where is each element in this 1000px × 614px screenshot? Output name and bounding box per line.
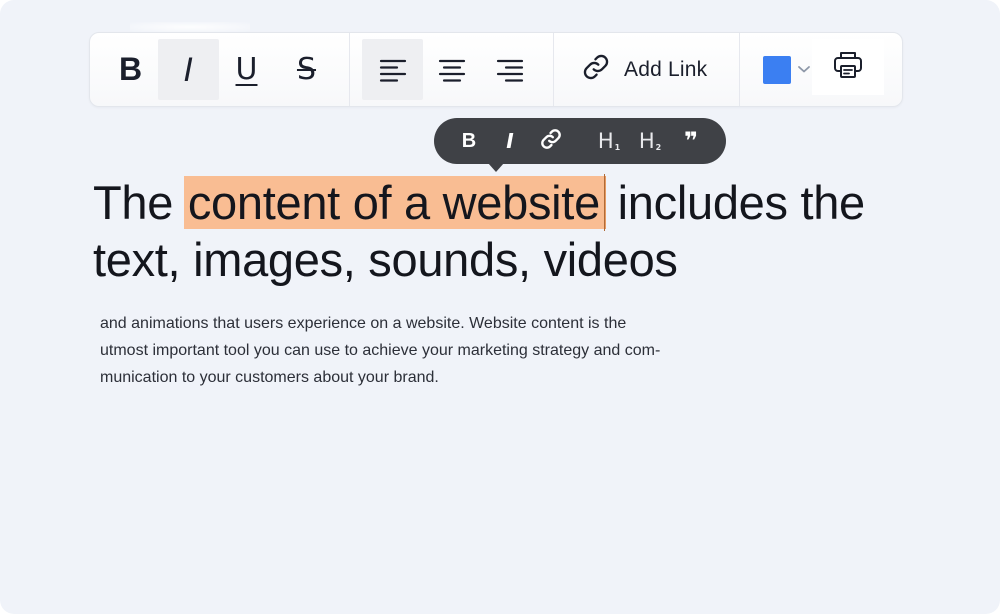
bold-label: B (118, 51, 143, 87)
bubble-link-button[interactable] (538, 127, 564, 155)
chevron-down-icon (797, 61, 811, 79)
italic-button[interactable]: I (158, 39, 219, 100)
toolbar-divider (349, 33, 350, 106)
toolbar-divider (553, 33, 554, 106)
formatting-toolbar: B I U S Add Link (89, 32, 903, 107)
bubble-bold-button[interactable]: B (456, 127, 482, 155)
heading1-letter: H (597, 129, 614, 153)
italic-label: I (183, 50, 194, 89)
heading2-level: 2 (655, 143, 662, 152)
paragraph-line: and animations that users experience on … (100, 315, 627, 332)
heading2-letter: H (638, 129, 655, 153)
toolbar-divider (739, 33, 740, 106)
heading-text-before: The (93, 176, 186, 229)
link-icon (540, 128, 562, 155)
printer-icon (832, 49, 864, 86)
bubble-heading1-button[interactable]: H1 (594, 127, 624, 155)
align-left-icon (379, 58, 407, 82)
heading1-level: 1 (614, 143, 621, 152)
document-paragraph[interactable]: and animations that users experience on … (100, 310, 700, 391)
align-center-button[interactable] (421, 39, 482, 100)
paragraph-line: utmost important tool you can use to ach… (100, 342, 661, 359)
editor-canvas: B I U S Add Link B I H1 H2 ❞ The content… (0, 0, 1000, 614)
document-heading[interactable]: The content of a website includes the te… (93, 174, 893, 288)
align-left-button[interactable] (362, 39, 423, 100)
bubble-italic-button[interactable]: I (497, 127, 523, 155)
strikethrough-label: S (296, 52, 317, 87)
bubble-italic-label: I (506, 129, 514, 153)
add-link-button[interactable]: Add Link (568, 39, 728, 100)
decorative-glow (130, 22, 250, 32)
underline-button[interactable]: U (216, 39, 277, 100)
heading1-label: H1 (598, 129, 620, 153)
bold-button[interactable]: B (100, 39, 161, 100)
paragraph-line: munication to your customers about your … (100, 369, 439, 386)
underline-label: U (235, 52, 258, 87)
strikethrough-button[interactable]: S (276, 39, 337, 100)
bubble-quote-button[interactable]: ❞ (678, 127, 704, 155)
align-center-icon (438, 58, 466, 82)
selected-text[interactable]: content of a website (183, 176, 604, 229)
bubble-bold-label: B (461, 129, 477, 152)
print-button[interactable] (812, 39, 884, 95)
text-color-picker[interactable] (763, 55, 811, 85)
color-swatch (763, 56, 791, 84)
quote-icon: ❞ (683, 127, 699, 155)
heading2-label: H2 (639, 129, 661, 153)
add-link-label: Add Link (624, 57, 708, 81)
align-right-icon (496, 58, 524, 82)
align-right-button[interactable] (479, 39, 540, 100)
bubble-heading2-button[interactable]: H2 (635, 127, 665, 155)
link-icon (582, 53, 610, 86)
selection-bubble-menu: B I H1 H2 ❞ (434, 118, 726, 172)
